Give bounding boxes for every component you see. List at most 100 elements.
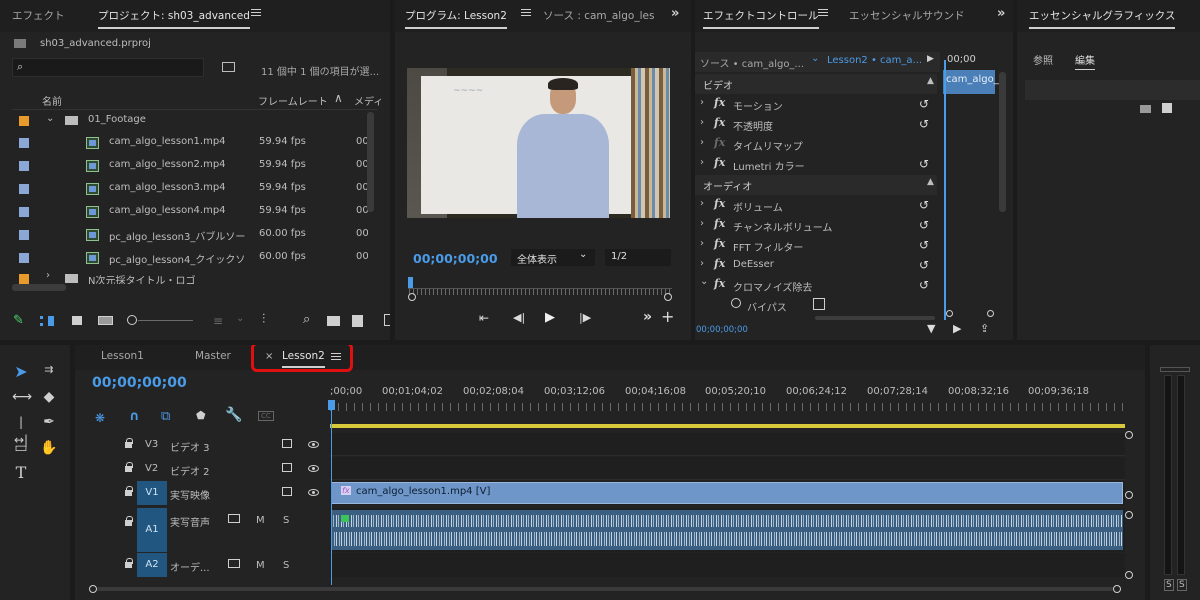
timeline-timecode[interactable]: 00;00;00;00 — [92, 375, 187, 391]
chevron-right-icon[interactable]: › — [700, 238, 704, 249]
chevron-right-icon[interactable]: › — [700, 137, 704, 148]
vertical-zoom-handle[interactable] — [1125, 511, 1133, 519]
lane-v2[interactable] — [330, 457, 1125, 480]
effect-item-fft[interactable]: › fx FFT フィルター ↺ — [695, 235, 937, 255]
horizontal-zoom-handle-right[interactable] — [1113, 585, 1121, 593]
tab-lesson1[interactable]: Lesson1 — [101, 350, 144, 362]
new-bin-from-search-icon[interactable] — [222, 62, 235, 72]
wrench-icon[interactable]: 🔧 — [225, 407, 242, 423]
fx-icon[interactable]: fx — [714, 116, 725, 129]
list-item[interactable]: pc_algo_lesson4_クイックソ 60.00 fps 00 — [0, 247, 390, 270]
list-item[interactable]: cam_algo_lesson1.mp4 59.94 fps 00 — [0, 132, 390, 155]
tab-project[interactable]: プロジェクト: sh03_advanced — [98, 8, 250, 29]
solo-right-button[interactable]: S — [1177, 579, 1187, 591]
reset-icon[interactable]: ↺ — [919, 157, 929, 171]
layers-list[interactable] — [1025, 80, 1200, 100]
project-horizontal-scrollbar[interactable] — [12, 284, 66, 291]
list-item[interactable]: cam_algo_lesson3.mp4 59.94 fps 00 — [0, 178, 390, 201]
filter-icon[interactable]: ▼ — [927, 322, 935, 335]
pencil-icon[interactable]: ✎ — [13, 313, 24, 328]
play-triangle-icon[interactable]: ▶ — [927, 54, 934, 64]
new-bin-icon[interactable] — [327, 316, 340, 326]
reset-icon[interactable]: ↺ — [919, 278, 929, 292]
chevron-right-icon[interactable]: › — [700, 218, 704, 229]
chevron-right-icon[interactable]: › — [46, 270, 50, 281]
ec-bottom-timecode[interactable]: 00;00;00;00 — [696, 325, 748, 335]
effect-item-volume[interactable]: › fx ボリューム ↺ — [695, 195, 937, 215]
add-button-icon[interactable]: + — [661, 307, 674, 326]
tab-master[interactable]: Master — [195, 350, 231, 362]
collapse-up-icon[interactable]: ▲ — [927, 76, 934, 86]
lane-a2[interactable] — [330, 553, 1125, 577]
export-icon[interactable]: ⇪ — [980, 322, 989, 335]
solo-left-button[interactable]: S — [1164, 579, 1174, 591]
ripple-edit-tool-icon[interactable]: ⟷ — [12, 388, 32, 406]
effect-item-noise-reduction[interactable]: ⌄ fx クロマノイズ除去 ↺ — [695, 275, 937, 295]
zoom-level-select[interactable]: 全体表示 ⌄ — [511, 249, 595, 266]
horizontal-zoom-handle-left[interactable] — [89, 585, 97, 593]
tab-effect-controls[interactable]: エフェクトコントロール — [703, 8, 819, 29]
sequence-selector[interactable]: Lesson2 • cam_a... — [827, 55, 922, 66]
find-icon[interactable]: ⌕ — [303, 312, 310, 327]
project-vertical-scrollbar[interactable] — [367, 112, 374, 212]
vertical-zoom-handle[interactable] — [1125, 491, 1133, 499]
sync-lock-icon[interactable] — [282, 463, 292, 472]
panel-menu-icon[interactable] — [251, 7, 261, 17]
track-target-a1[interactable]: A1 — [137, 508, 167, 552]
project-search-input[interactable]: ⌕ — [12, 58, 204, 77]
zoom-handle-left[interactable] — [408, 293, 416, 301]
chevron-right-icon[interactable]: › — [700, 97, 704, 108]
step-back-icon[interactable]: ⇤ — [479, 311, 489, 325]
eye-icon[interactable] — [308, 489, 319, 496]
time-ruler[interactable]: ;00;00 00;01;04;02 00;02;08;04 00;03;12;… — [330, 381, 1125, 421]
slip-tool-icon[interactable]: |↔| — [12, 413, 30, 447]
reset-icon[interactable]: ↺ — [919, 258, 929, 272]
chevron-right-icon[interactable]: › — [700, 157, 704, 168]
program-time-ruler[interactable] — [409, 289, 673, 295]
mute-button[interactable]: M — [256, 515, 265, 526]
new-item-icon[interactable] — [352, 315, 363, 327]
chevron-right-icon[interactable]: › — [700, 117, 704, 128]
collapse-up-icon[interactable]: ▲ — [927, 177, 934, 187]
fx-icon[interactable]: fx — [714, 156, 725, 169]
panel-menu-icon[interactable] — [818, 7, 828, 17]
nest-icon[interactable]: ❋ — [95, 411, 105, 425]
play-icon[interactable]: ▶ — [545, 310, 555, 325]
playhead[interactable] — [408, 277, 413, 288]
rectangle-tool-icon[interactable]: ▭ — [12, 439, 30, 457]
zoom-handle-right[interactable] — [664, 293, 672, 301]
reset-icon[interactable]: ↺ — [919, 198, 929, 212]
frame-back-icon[interactable]: ◀| — [513, 311, 525, 324]
razor-tool-icon[interactable]: ◆ — [40, 388, 58, 406]
chevron-right-icon[interactable]: › — [700, 258, 704, 269]
program-timecode[interactable]: 00;00;00;00 — [413, 251, 498, 266]
list-item[interactable]: pc_algo_lesson3_バブルソー 60.00 fps 00 — [0, 224, 390, 247]
more-panels-chevron-icon[interactable]: » — [671, 6, 679, 21]
tab-program[interactable]: プログラム: Lesson2 — [405, 8, 507, 29]
lock-icon[interactable] — [125, 516, 133, 526]
reset-icon[interactable]: ↺ — [919, 218, 929, 232]
reset-icon[interactable]: ↺ — [919, 238, 929, 252]
audio-clip[interactable] — [331, 510, 1123, 550]
more-controls-icon[interactable]: » — [643, 309, 652, 325]
track-select-tool-icon[interactable]: ⇉ — [40, 361, 58, 379]
fx-icon[interactable]: fx — [714, 257, 725, 270]
fx-icon[interactable]: fx — [714, 96, 725, 109]
sync-lock-icon[interactable] — [282, 487, 292, 496]
video-clip[interactable]: fx cam_algo_lesson1.mp4 [V] — [331, 482, 1123, 504]
snap-icon[interactable]: ∩ — [129, 409, 140, 424]
frame-forward-icon[interactable]: |▶ — [579, 311, 591, 324]
new-layer-icon[interactable] — [1162, 103, 1172, 113]
audio-section-header[interactable]: オーディオ ▲ — [695, 175, 937, 195]
captions-icon[interactable]: CC — [258, 411, 274, 421]
timeline-playhead-handle[interactable] — [328, 400, 335, 410]
effect-item-deesser[interactable]: › fx DeEsser ↺ — [695, 255, 937, 275]
solo-button[interactable]: S — [283, 560, 289, 571]
list-item[interactable]: cam_algo_lesson4.mp4 59.94 fps 00 — [0, 201, 390, 224]
lock-icon[interactable] — [125, 438, 133, 448]
pen-tool-icon[interactable]: ✒ — [40, 413, 58, 431]
fx-icon[interactable]: fx — [714, 237, 725, 250]
linked-selection-icon[interactable]: ⧉ — [161, 409, 170, 424]
zoom-handle-right[interactable] — [987, 310, 994, 317]
list-view-icon[interactable] — [40, 316, 54, 326]
